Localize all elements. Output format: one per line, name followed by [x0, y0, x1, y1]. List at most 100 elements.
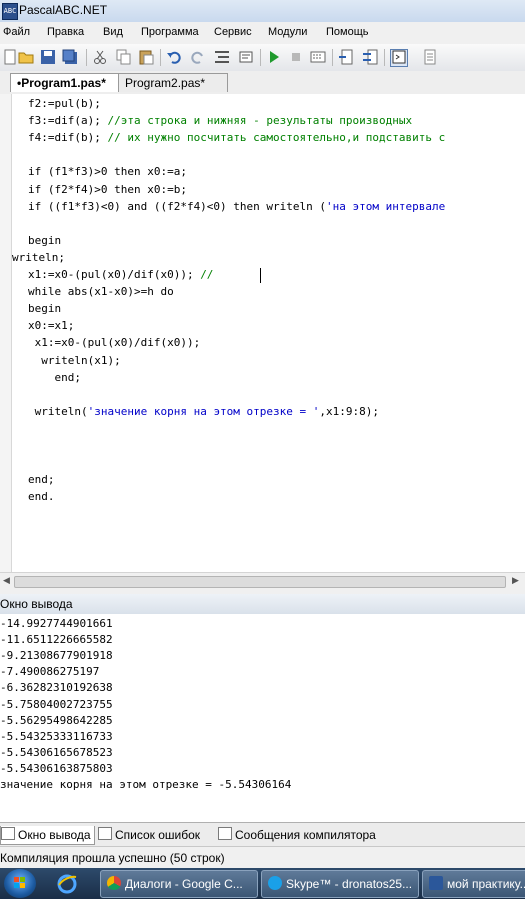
- output-window-icon: [1, 827, 15, 840]
- tab-output-window[interactable]: Окно вывода: [0, 826, 95, 845]
- find-icon[interactable]: [238, 49, 254, 65]
- chrome-icon: [107, 876, 121, 890]
- menu-modules[interactable]: Модули: [268, 26, 307, 38]
- error-list-icon: [98, 827, 112, 840]
- code-text: writeln;: [12, 250, 65, 264]
- start-button[interactable]: [4, 869, 36, 898]
- code-text: writeln(x1);: [28, 353, 121, 367]
- code-text: end;: [28, 473, 55, 487]
- code-line: writeln('значение корня на этом отрезке …: [28, 405, 379, 418]
- code-string: 'значение корня на этом отрезке = ': [87, 404, 320, 418]
- tab-compiler-label: Сообщения компилятора: [235, 828, 376, 842]
- output-panel-header: Окно вывода: [0, 594, 525, 615]
- output-line: -5.54306163875803: [0, 761, 113, 775]
- code-text: if (f1*f3)>0 then x0:=a;: [28, 165, 187, 179]
- code-text: begin: [28, 233, 62, 247]
- menu-edit[interactable]: Правка: [47, 26, 84, 38]
- code-line: begin: [28, 302, 61, 315]
- code-line: x1:=x0-(pul(x0)/dif(x0)); //: [28, 268, 213, 281]
- code-line: writeln;: [12, 251, 65, 264]
- toolbar: [0, 44, 525, 72]
- code-text: end.: [28, 490, 55, 504]
- options-icon[interactable]: [422, 49, 438, 65]
- horizontal-scrollbar[interactable]: ◀ ▶: [0, 572, 525, 590]
- output-window-icon[interactable]: [390, 49, 408, 67]
- scroll-left-icon[interactable]: ◀: [3, 575, 10, 586]
- tab-program2[interactable]: Program2.pas*: [118, 73, 228, 92]
- tab-error-list[interactable]: Список ошибок: [98, 826, 200, 844]
- output-panel-title: Окно вывода: [0, 597, 73, 611]
- code-line: f4:=dif(b); // их нужно посчитать самост…: [28, 131, 445, 144]
- menu-view[interactable]: Вид: [103, 26, 123, 38]
- code-comment: // их нужно посчитать самостоятельно,и п…: [107, 131, 446, 145]
- code-line: begin: [28, 234, 61, 247]
- windows-logo-icon: [14, 877, 25, 888]
- output-line: значение корня на этом отрезке = -5.5430…: [0, 778, 292, 791]
- menu-service[interactable]: Сервис: [214, 26, 252, 38]
- menu-help[interactable]: Помощь: [326, 26, 369, 38]
- code-text: f4:=dif(b);: [28, 131, 108, 145]
- code-line: f2:=pul(b);: [28, 97, 101, 110]
- menu-file[interactable]: Файл: [3, 26, 30, 38]
- debug-step-icon[interactable]: [338, 49, 354, 65]
- code-line: if (f1*f3)>0 then x0:=a;: [28, 165, 187, 178]
- code-line: x1:=x0-(pul(x0)/dif(x0));: [28, 336, 201, 350]
- status-bar: Компиляция прошла успешно (50 строк): [0, 846, 525, 869]
- code-comment: //эта строка и нижняя - результаты произ…: [107, 114, 413, 128]
- undo-icon[interactable]: [166, 49, 182, 65]
- save-icon[interactable]: [40, 49, 56, 65]
- code-comment: //: [200, 268, 214, 281]
- code-text: x1:=x0-(pul(x0)/dif(x0));: [28, 268, 201, 281]
- format-icon[interactable]: [214, 49, 230, 65]
- code-text: writeln(: [28, 404, 88, 418]
- text-caret: [260, 268, 261, 283]
- skype-icon: [268, 876, 282, 890]
- scrollbar-thumb[interactable]: [14, 576, 506, 588]
- output-window[interactable]: -14.9927744901661 -11.6511226665582 -9.213…: [0, 614, 525, 822]
- open-folder-icon[interactable]: [18, 49, 34, 65]
- code-text: x1:=x0-(pul(x0)/dif(x0));: [28, 336, 201, 350]
- code-text: while abs(x1-x0)>=h do: [28, 285, 174, 299]
- code-line: if ((f1*f3)<0) and ((f2*f4)<0) then writ…: [28, 200, 445, 213]
- status-text: Компиляция прошла успешно (50 строк): [0, 851, 225, 865]
- compile-icon[interactable]: [310, 49, 326, 65]
- taskbar-item-chrome[interactable]: Диалоги - Google C...: [100, 870, 258, 898]
- code-line: x0:=x1;: [28, 319, 74, 332]
- taskbar-item-document[interactable]: мой практику...: [422, 870, 525, 898]
- output-line: -11.6511226665582: [0, 633, 113, 647]
- code-line: end;: [28, 473, 55, 486]
- output-line: -5.56295498642285: [0, 713, 113, 727]
- bottom-tabs: Окно вывода Список ошибок Сообщения комп…: [0, 822, 525, 847]
- scroll-right-icon[interactable]: ▶: [512, 575, 519, 586]
- output-line: -9.21308677901918: [0, 649, 113, 663]
- code-line: if (f2*f4)>0 then x0:=b;: [28, 183, 187, 196]
- tab-output-label: Окно вывода: [18, 828, 91, 842]
- copy-icon[interactable]: [116, 49, 132, 65]
- run-icon[interactable]: [266, 49, 282, 65]
- output-line: -5.54325333116733: [0, 729, 113, 743]
- internet-explorer-icon[interactable]: [56, 873, 78, 895]
- code-text: if ((f1*f3)<0) and ((f2*f4)<0) then writ…: [28, 199, 327, 213]
- code-line: f3:=dif(a); //эта строка и нижняя - резу…: [28, 114, 412, 127]
- menu-program[interactable]: Программа: [141, 26, 199, 38]
- stop-icon[interactable]: [288, 49, 304, 65]
- code-line: end.: [28, 490, 55, 503]
- output-line: -5.75804002723755: [0, 697, 113, 711]
- tab-errors-label: Список ошибок: [115, 828, 201, 842]
- paste-icon[interactable]: [138, 49, 154, 65]
- editor-tabs: •Program1.pas* Program2.pas*: [0, 71, 525, 95]
- output-line: -14.9927744901661: [0, 617, 113, 630]
- step-over-icon[interactable]: [362, 49, 378, 65]
- tab-compiler-messages[interactable]: Сообщения компилятора: [218, 826, 376, 844]
- taskbar-item-label: мой практику...: [447, 877, 525, 891]
- tab-program1[interactable]: •Program1.pas*: [10, 73, 120, 92]
- cut-icon[interactable]: [92, 49, 108, 65]
- code-line: writeln(x1);: [28, 353, 121, 367]
- save-all-icon[interactable]: [62, 49, 78, 65]
- new-file-icon[interactable]: [2, 49, 18, 65]
- code-line: while abs(x1-x0)>=h do: [28, 285, 174, 298]
- taskbar-item-skype[interactable]: Skype™ - dronatos25...: [261, 870, 419, 898]
- redo-icon[interactable]: [190, 49, 206, 65]
- output-line: -6.36282310192638: [0, 681, 113, 695]
- code-text: if (f2*f4)>0 then x0:=b;: [28, 182, 187, 196]
